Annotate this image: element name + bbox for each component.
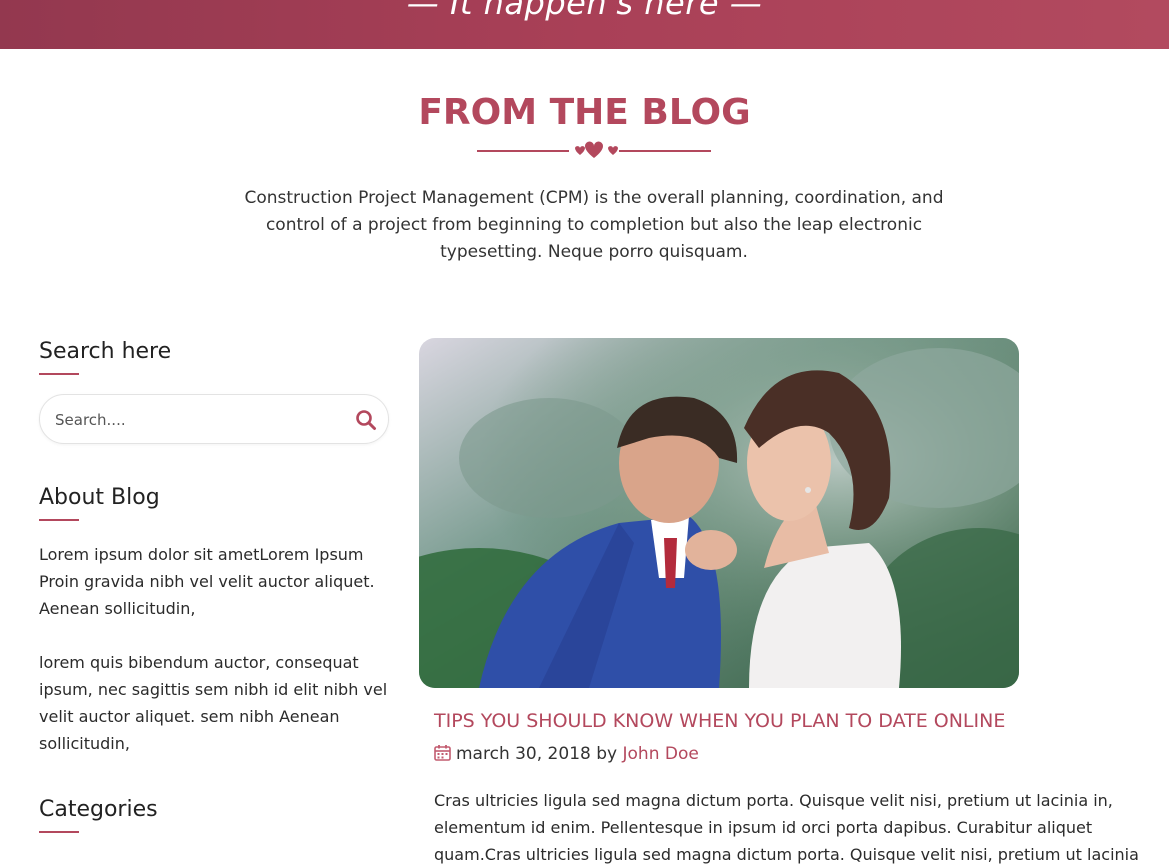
- about-widget: About Blog Lorem ipsum dolor sit ametLor…: [39, 484, 389, 757]
- banner-tagline: — It happen's here —: [406, 0, 763, 22]
- search-widget: Search here: [39, 338, 389, 444]
- couple-photo: [419, 338, 1019, 688]
- post-by-label: by: [596, 744, 618, 764]
- post-image[interactable]: [419, 338, 1019, 688]
- categories-widget: Categories: [39, 796, 389, 833]
- post-excerpt: Cras ultricies ligula sed magna dictum p…: [434, 791, 1139, 864]
- section-title: FROM THE BLOG: [418, 92, 751, 133]
- hearts-divider-icon: [477, 141, 711, 158]
- search-input[interactable]: [53, 408, 343, 432]
- calendar-icon: [434, 745, 451, 761]
- widget-underline: [39, 373, 79, 375]
- about-paragraph-1: Lorem ipsum dolor sit ametLorem Ipsum Pr…: [39, 545, 375, 618]
- search-icon[interactable]: [354, 408, 378, 432]
- post-date: march 30, 2018: [456, 744, 591, 764]
- top-banner: — It happen's here —: [0, 0, 1169, 49]
- section-intro: Construction Project Management (CPM) is…: [244, 188, 944, 262]
- post-author-link[interactable]: John Doe: [623, 744, 699, 764]
- post-meta: march 30, 2018 by John Doe: [434, 744, 699, 764]
- widget-underline: [39, 831, 79, 833]
- post-title-link[interactable]: TIPS YOU SHOULD KNOW WHEN YOU PLAN TO DA…: [434, 710, 1005, 732]
- sidebar: Search here About Blog Lorem ipsum dolor…: [39, 338, 389, 833]
- about-paragraph-2: lorem quis bibendum auctor, consequat ip…: [39, 653, 388, 753]
- search-widget-title: Search here: [39, 339, 172, 364]
- about-widget-title: About Blog: [39, 485, 160, 510]
- search-box: [39, 394, 389, 444]
- widget-underline: [39, 519, 79, 521]
- categories-widget-title: Categories: [39, 797, 158, 822]
